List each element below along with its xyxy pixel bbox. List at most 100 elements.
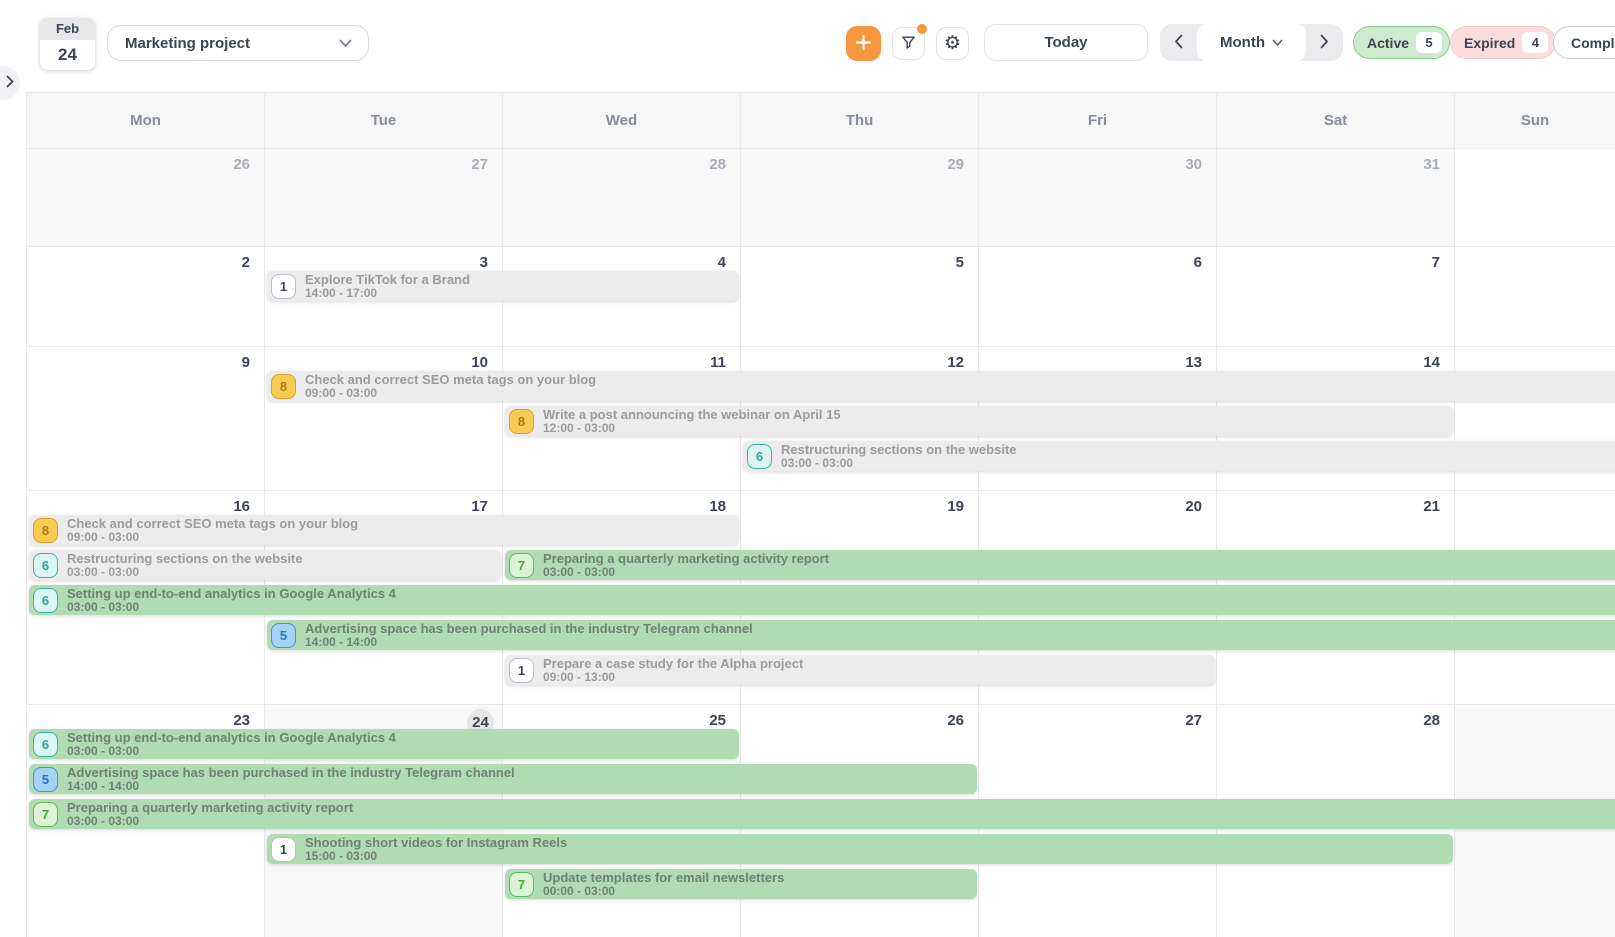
day-header-tue: Tue	[265, 93, 503, 149]
add-event-button[interactable]	[846, 26, 881, 61]
day-header-sat: Sat	[1217, 93, 1455, 149]
event-title: Preparing a quarterly marketing activity…	[67, 800, 353, 815]
prev-period-button[interactable]	[1160, 24, 1197, 61]
event-title: Prepare a case study for the Alpha proje…	[543, 656, 803, 671]
event-count-badge: 6	[33, 553, 58, 578]
event-count-badge: 7	[509, 872, 534, 897]
event-bar[interactable]: 6Restructuring sections on the website03…	[29, 550, 501, 580]
event-bar[interactable]: 1 Explore TikTok for a Brand14:00 - 17:00	[267, 271, 739, 301]
day-cell[interactable]: 27	[265, 149, 503, 247]
event-time: 03:00 - 03:00	[543, 566, 829, 579]
event-title: Restructuring sections on the website	[781, 442, 1017, 457]
day-number: 25	[709, 712, 726, 729]
event-bar[interactable]: 8Check and correct SEO meta tags on your…	[29, 515, 739, 545]
event-bar[interactable]: 7Preparing a quarterly marketing activit…	[29, 799, 1615, 829]
day-cell[interactable]: 28	[503, 149, 741, 247]
day-cell[interactable]: 29	[741, 149, 979, 247]
day-header-fri: Fri	[979, 93, 1217, 149]
filter-button[interactable]	[892, 27, 925, 60]
event-bar[interactable]: 1 Prepare a case study for the Alpha proj…	[505, 655, 1215, 685]
day-cell[interactable]: 7	[1217, 247, 1455, 347]
event-count-badge: 6	[33, 732, 58, 757]
event-title: Advertising space has been purchased in …	[305, 621, 753, 636]
filter-chip-active[interactable]: Active 5	[1353, 26, 1450, 59]
event-time: 09:00 - 13:00	[543, 671, 803, 684]
view-navigation: Month	[1160, 24, 1343, 61]
event-text: Preparing a quarterly marketing activity…	[67, 800, 353, 828]
day-number: 17	[471, 498, 488, 515]
day-number: 3	[480, 254, 488, 271]
event-title: Preparing a quarterly marketing activity…	[543, 551, 829, 566]
day-cell[interactable]: 9	[27, 347, 265, 491]
day-cell[interactable]	[1455, 247, 1615, 347]
event-bar[interactable]: 5Advertising space has been purchased in…	[267, 620, 1615, 650]
event-title: Check and correct SEO meta tags on your …	[305, 372, 596, 387]
event-count-badge: 1	[509, 658, 534, 683]
event-count-badge: 1	[271, 837, 296, 862]
day-cell[interactable]: 31	[1217, 149, 1455, 247]
event-text: Explore TikTok for a Brand14:00 - 17:00	[305, 272, 470, 300]
week-row: 2 3 456 7 1 Explore TikTok for a Brand14:00 -…	[27, 247, 1615, 347]
view-select[interactable]: Month	[1197, 24, 1306, 61]
event-time: 03:00 - 03:00	[67, 815, 353, 828]
filter-active-dot	[917, 24, 927, 34]
calendar-app: Feb 2 4 Marketing project ⚙ Today Month	[0, 0, 1615, 937]
event-text: Setting up end-to-end analytics in Googl…	[67, 586, 396, 614]
event-bar[interactable]: 7 Update templates for email newsletters0…	[505, 869, 977, 899]
day-number: 9	[242, 354, 250, 371]
day-cell[interactable]: 2	[27, 247, 265, 347]
event-time: 15:00 - 03:00	[305, 850, 567, 863]
day-number: 7	[1432, 254, 1440, 271]
event-bar[interactable]: 1 Shooting short videos for Instagram Ree…	[267, 834, 1453, 864]
event-bar[interactable]: 5 Advertising space has been purchased in…	[29, 764, 977, 794]
chip-count-badge: 4	[1522, 32, 1548, 53]
day-cell[interactable]: 5	[741, 247, 979, 347]
project-select-value: Marketing project	[125, 35, 250, 52]
event-time: 14:00 - 14:00	[67, 780, 515, 793]
event-time: 03:00 - 03:00	[67, 745, 396, 758]
day-cell[interactable]: 30	[979, 149, 1217, 247]
day-number: 26	[947, 712, 964, 729]
day-number: 27	[1185, 712, 1202, 729]
event-count-badge: 5	[33, 767, 58, 792]
event-bar[interactable]: 8Write a post announcing the webinar on …	[505, 406, 1453, 436]
event-text: Advertising space has been purchased in …	[67, 765, 515, 793]
event-time: 14:00 - 17:00	[305, 287, 470, 300]
event-time: 00:00 - 03:00	[543, 885, 784, 898]
settings-button[interactable]: ⚙	[936, 27, 969, 60]
chevron-down-icon	[339, 35, 352, 52]
calendar-month-view: MonTueWedThuFriSatSun2627282930312345671…	[0, 92, 1615, 937]
event-bar[interactable]: 6Restructuring sections on the website03…	[743, 441, 1615, 471]
project-select[interactable]: Marketing project	[107, 25, 369, 61]
next-period-button[interactable]	[1306, 24, 1343, 61]
event-title: Write a post announcing the webinar on A…	[543, 407, 841, 422]
day-cell[interactable]: 10	[265, 347, 503, 491]
event-time: 09:00 - 03:00	[305, 387, 596, 400]
event-count-badge: 8	[33, 518, 58, 543]
gear-icon: ⚙	[944, 34, 961, 53]
event-count-badge: 1	[271, 274, 296, 299]
event-bar[interactable]: 6 Setting up end-to-end analytics in Goog…	[29, 729, 739, 759]
today-button[interactable]: Today	[984, 24, 1148, 61]
day-cell[interactable]: 6	[979, 247, 1217, 347]
event-time: 14:00 - 14:00	[305, 636, 753, 649]
event-bar[interactable]: 7Preparing a quarterly marketing activit…	[505, 550, 1615, 580]
plus-icon	[855, 34, 872, 54]
day-cell[interactable]: 26	[27, 149, 265, 247]
day-number: 11	[710, 354, 726, 371]
event-text: Setting up end-to-end analytics in Googl…	[67, 730, 396, 758]
event-title: Shooting short videos for Instagram Reel…	[305, 835, 567, 850]
day-number: 4	[718, 254, 726, 271]
event-bar[interactable]: 8Check and correct SEO meta tags on your…	[267, 371, 1615, 401]
filter-chip-completed[interactable]: Compl	[1553, 26, 1615, 59]
day-number: 14	[1423, 354, 1440, 371]
event-title: Explore TikTok for a Brand	[305, 272, 470, 287]
date-widget-month: Feb	[40, 18, 95, 40]
filter-chip-expired[interactable]: Expired 4	[1450, 26, 1556, 59]
day-cell[interactable]	[1455, 149, 1615, 247]
event-text: Shooting short videos for Instagram Reel…	[305, 835, 567, 863]
event-bar[interactable]: 6Setting up end-to-end analytics in Goog…	[29, 585, 1615, 615]
event-text: Update templates for email newsletters00…	[543, 870, 784, 898]
day-number: 10	[471, 354, 488, 371]
event-title: Setting up end-to-end analytics in Googl…	[67, 586, 396, 601]
